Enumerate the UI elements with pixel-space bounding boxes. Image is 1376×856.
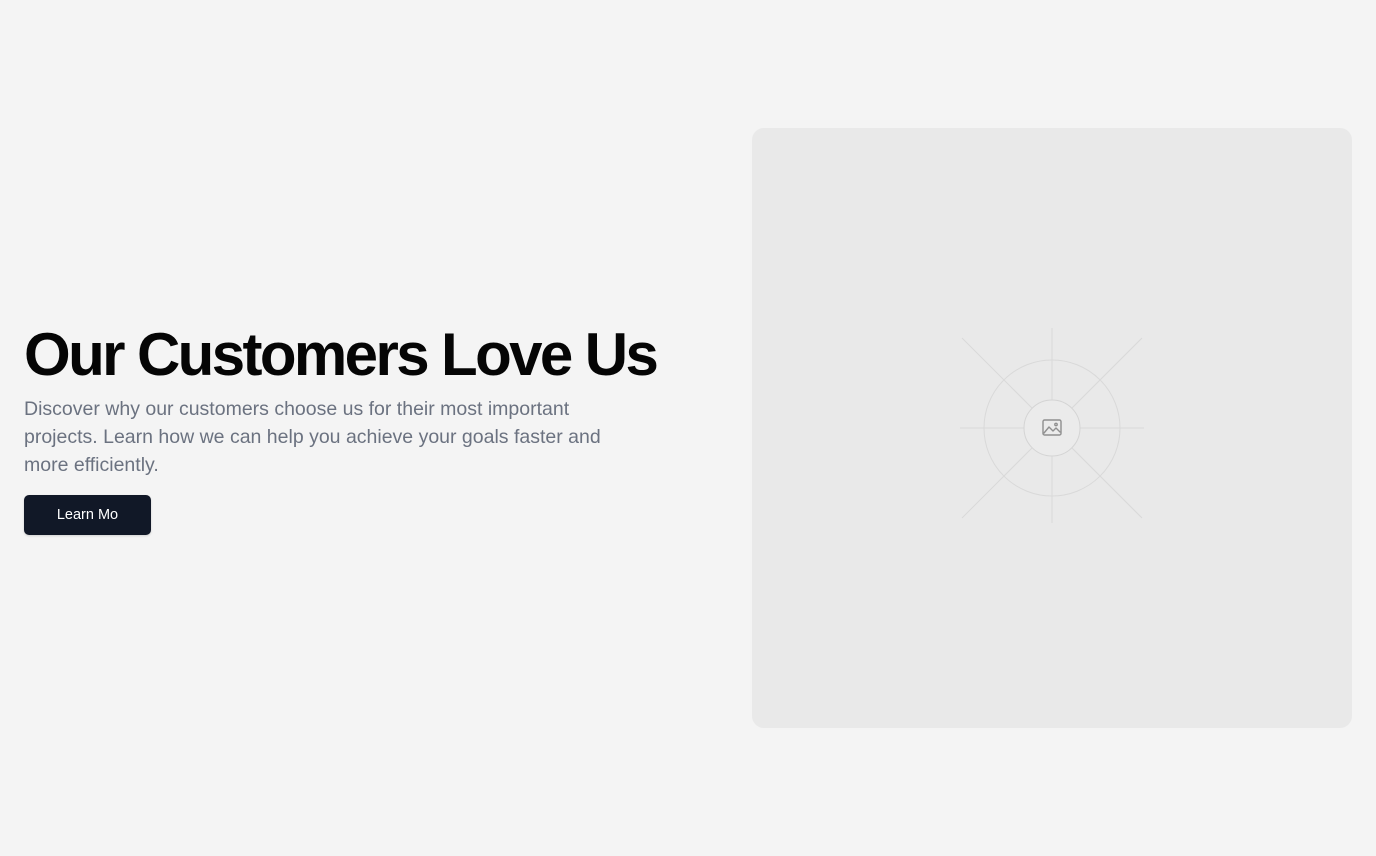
hero-text-block: Our Customers Love Us Discover why our c… (24, 322, 704, 535)
ray-bottom-left (961, 447, 1033, 519)
ray-bottom-right (1071, 447, 1143, 519)
ray-top-left (961, 337, 1033, 409)
ray-top-right (1071, 337, 1143, 409)
hero-subtitle: Discover why our customers choose us for… (24, 398, 601, 476)
hero-section: Our Customers Love Us Discover why our c… (0, 0, 1376, 856)
placeholder-graphic (960, 328, 1144, 523)
hero-image-placeholder (752, 128, 1352, 728)
page-title: Our Customers Love Us (24, 321, 659, 388)
learn-more-button[interactable]: Learn Mo (24, 495, 151, 535)
inner-ring (1023, 399, 1081, 457)
